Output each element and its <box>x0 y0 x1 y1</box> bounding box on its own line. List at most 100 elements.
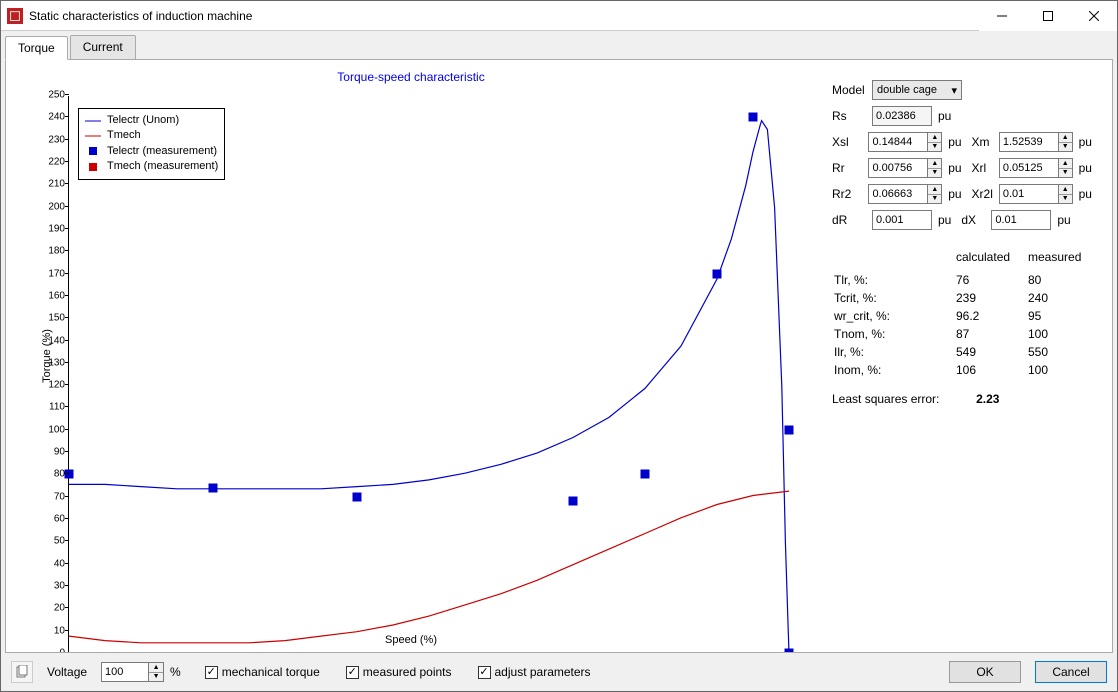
legend-item: Tmech <box>85 128 218 143</box>
param-label: Xrl <box>972 161 999 175</box>
voltage-spin[interactable]: ▲▼ <box>149 662 164 682</box>
unit-label: pu <box>948 187 961 201</box>
param-label: Rr2 <box>832 187 868 201</box>
param-label: Rr <box>832 161 868 175</box>
result-calc: 87 <box>956 326 1026 342</box>
y-tick-label: 80 <box>54 469 65 480</box>
y-tick-label: 110 <box>49 402 65 413</box>
result-label: Tlr, %: <box>834 272 954 288</box>
minimize-button[interactable] <box>979 1 1025 31</box>
param-input-xr2l[interactable] <box>999 184 1059 204</box>
result-calc: 96.2 <box>956 308 1026 324</box>
y-tick-label: 210 <box>48 179 65 190</box>
result-label: Inom, %: <box>834 362 954 378</box>
param-spin[interactable]: ▲▼ <box>928 132 942 152</box>
result-label: Tnom, %: <box>834 326 954 342</box>
y-tick-label: 240 <box>48 112 65 123</box>
error-row: Least squares error: 2.23 <box>832 392 1102 406</box>
close-button[interactable] <box>1071 1 1117 31</box>
param-input-xsl[interactable] <box>868 132 928 152</box>
param-input-dr[interactable] <box>872 210 932 230</box>
results-header: measured <box>1028 250 1089 270</box>
cancel-button[interactable]: Cancel <box>1035 661 1107 683</box>
data-point <box>749 113 758 122</box>
voltage-unit: % <box>170 665 181 679</box>
tab-strip: Torque Current <box>1 31 1117 59</box>
param-input-rr2[interactable] <box>868 184 928 204</box>
y-tick-label: 40 <box>54 558 65 569</box>
param-input-xrl[interactable] <box>999 158 1059 178</box>
ok-button[interactable]: OK <box>949 661 1021 683</box>
param-spin[interactable]: ▲▼ <box>1059 132 1073 152</box>
error-label: Least squares error: <box>832 392 939 406</box>
y-tick-label: 70 <box>54 491 65 502</box>
param-label: Xsl <box>832 135 868 149</box>
error-value: 2.23 <box>976 392 999 406</box>
data-point <box>65 470 74 479</box>
param-input-rr[interactable] <box>868 158 928 178</box>
data-point <box>713 269 722 278</box>
checkbox-measured-points[interactable]: measured points <box>346 665 452 679</box>
checkbox-icon <box>346 666 359 679</box>
param-label: dR <box>832 213 872 227</box>
legend-label: Tmech <box>107 128 141 143</box>
results-header: calculated <box>956 250 1026 270</box>
chevron-down-icon: ▾ <box>951 84 957 97</box>
result-meas: 100 <box>1028 326 1089 342</box>
param-spin[interactable]: ▲▼ <box>928 184 942 204</box>
model-dropdown[interactable]: double cage ▾ <box>872 80 962 100</box>
param-input-dx[interactable] <box>991 210 1051 230</box>
param-label: Rs <box>832 109 872 123</box>
model-value: double cage <box>877 84 937 96</box>
y-tick-label: 50 <box>54 536 65 547</box>
checkbox-adjust-parameters[interactable]: adjust parameters <box>478 665 591 679</box>
y-tick-label: 250 <box>48 90 65 101</box>
param-spin[interactable]: ▲▼ <box>1059 184 1073 204</box>
tab-current[interactable]: Current <box>70 35 136 59</box>
unit-label: pu <box>1079 187 1092 201</box>
y-tick-label: 170 <box>48 268 65 279</box>
y-tick-label: 160 <box>48 290 65 301</box>
data-point <box>209 483 218 492</box>
title-bar: Static characteristics of induction mach… <box>1 1 1117 31</box>
chart-area: Torque-speed characteristic 010203040506… <box>6 60 816 652</box>
tab-content: Torque-speed characteristic 010203040506… <box>5 59 1113 653</box>
result-meas: 80 <box>1028 272 1089 288</box>
voltage-label: Voltage <box>47 665 87 679</box>
checkbox-label: adjust parameters <box>495 665 591 679</box>
param-label: Xm <box>972 135 999 149</box>
result-calc: 106 <box>956 362 1026 378</box>
result-label: Ilr, %: <box>834 344 954 360</box>
param-input-rs[interactable] <box>872 106 932 126</box>
checkbox-mechanical-torque[interactable]: mechanical torque <box>205 665 320 679</box>
y-tick-label: 20 <box>54 603 65 614</box>
legend-label: Telectr (measurement) <box>107 144 217 159</box>
results-table: calculated measured Tlr, %: 76 80 Tcrit, … <box>832 248 1091 380</box>
result-meas: 550 <box>1028 344 1089 360</box>
param-input-xm[interactable] <box>999 132 1059 152</box>
chart-title: Torque-speed characteristic <box>10 70 812 84</box>
param-spin[interactable]: ▲▼ <box>1059 158 1073 178</box>
y-tick-label: 150 <box>48 313 65 324</box>
param-label: dX <box>961 213 991 227</box>
maximize-button[interactable] <box>1025 1 1071 31</box>
side-panel: Model double cage ▾ Rs pu Xsl ▲▼ pu Xm ▲▼ pu Rr ▲… <box>816 60 1112 652</box>
voltage-input[interactable] <box>101 662 149 682</box>
tab-torque[interactable]: Torque <box>5 36 68 60</box>
legend-item: Telectr (measurement) <box>85 144 218 159</box>
copy-icon[interactable] <box>11 661 33 683</box>
param-spin[interactable]: ▲▼ <box>928 158 942 178</box>
model-label: Model <box>832 83 872 97</box>
unit-label: pu <box>938 109 951 123</box>
window-title: Static characteristics of induction mach… <box>29 9 979 23</box>
result-meas: 95 <box>1028 308 1089 324</box>
checkbox-icon <box>478 666 491 679</box>
legend-label: Telectr (Unom) <box>107 113 179 128</box>
legend-item: Telectr (Unom) <box>85 113 218 128</box>
unit-label: pu <box>938 213 951 227</box>
data-point <box>569 497 578 506</box>
bottom-bar: Voltage ▲▼ % mechanical torque measured p… <box>1 653 1117 691</box>
result-label: Tcrit, %: <box>834 290 954 306</box>
y-tick-label: 10 <box>54 625 65 636</box>
result-calc: 76 <box>956 272 1026 288</box>
